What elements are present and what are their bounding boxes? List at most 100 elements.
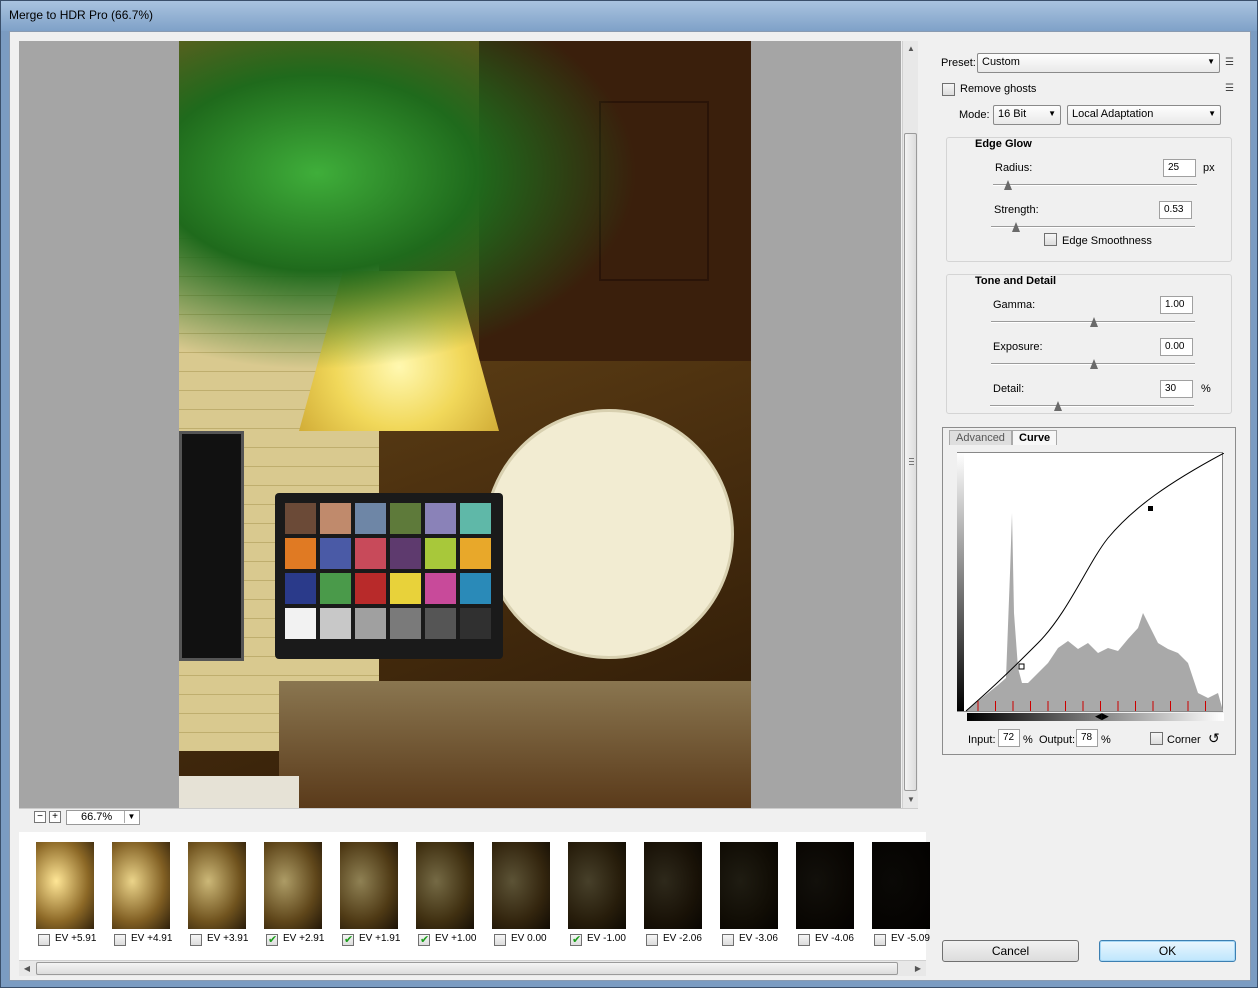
radius-input[interactable]: 25 — [1163, 159, 1196, 177]
exposure-include-checkbox[interactable] — [646, 934, 658, 946]
exposure-include-checkbox[interactable] — [342, 933, 354, 946]
detail-input[interactable]: 30 — [1160, 380, 1193, 398]
detail-value: 30 — [1165, 383, 1177, 394]
corner-label: Corner — [1167, 734, 1201, 746]
exposure-thumbnail[interactable] — [416, 842, 474, 929]
exposure-thumbnail[interactable] — [264, 842, 322, 929]
exposure-include-checkbox[interactable] — [418, 933, 430, 946]
curve-output-field[interactable]: 78 — [1076, 729, 1098, 747]
strength-label: Strength: — [994, 204, 1039, 216]
exposure-include-checkbox[interactable] — [38, 934, 50, 946]
color-patch — [425, 608, 456, 639]
exposure-thumbnail[interactable] — [644, 842, 702, 929]
exposure-thumbnail[interactable] — [720, 842, 778, 929]
radius-unit: px — [1203, 162, 1215, 174]
zoom-out-button[interactable]: − — [34, 811, 46, 823]
color-patch — [425, 538, 456, 569]
histogram-curve-graph — [965, 453, 1224, 712]
reset-curve-icon[interactable]: ↺ — [1208, 730, 1220, 747]
zoom-bar: − + 66.7% ▼ — [19, 808, 918, 825]
exposure-label: EV +5.91 — [55, 933, 97, 944]
black-white-point-handle[interactable]: ◀▶ — [1095, 711, 1109, 722]
method-select[interactable]: Local Adaptation ▼ — [1067, 105, 1221, 125]
chevron-down-icon[interactable]: ▼ — [124, 811, 138, 823]
radius-slider[interactable] — [993, 184, 1197, 186]
exposure-include-checkbox[interactable] — [722, 934, 734, 946]
title-bar[interactable]: Merge to HDR Pro (66.7%) — [1, 1, 1257, 31]
horizontal-scroll-thumb[interactable] — [36, 962, 898, 975]
exposure-thumbnail-image — [568, 842, 626, 929]
exposure-label: EV +2.91 — [283, 933, 325, 944]
curve-output-value: 78 — [1081, 732, 1093, 743]
preset-select[interactable]: Custom ▼ — [977, 53, 1220, 73]
gamma-input[interactable]: 1.00 — [1160, 296, 1193, 314]
exposure-thumbnail[interactable] — [492, 842, 550, 929]
exposure-value: 0.00 — [1165, 341, 1185, 352]
exposure-thumbnail[interactable] — [872, 842, 930, 929]
dialog-client-area: ▲ ▼ − + 66.7% ▼ EV +5.91 EV +4.91 EV +3.91… — [9, 31, 1251, 981]
exposure-thumbnail-image — [416, 842, 474, 929]
preset-menu-icon[interactable]: ☰ — [1225, 58, 1239, 68]
method-value: Local Adaptation — [1072, 108, 1154, 120]
exposure-thumbnail[interactable] — [796, 842, 854, 929]
detail-slider[interactable] — [990, 405, 1194, 407]
exposure-label: EV +3.91 — [207, 933, 249, 944]
exposure-label: EV +4.91 — [131, 933, 173, 944]
radius-slider-thumb[interactable] — [1004, 180, 1013, 190]
exposure-include-checkbox[interactable] — [570, 933, 582, 946]
vertical-scroll-thumb[interactable] — [904, 133, 917, 791]
scroll-right-icon[interactable]: ▶ — [910, 961, 926, 977]
ok-button[interactable]: OK — [1099, 940, 1236, 962]
exposure-thumbnail[interactable] — [340, 842, 398, 929]
options-menu-icon[interactable]: ☰ — [1225, 84, 1239, 94]
scroll-up-icon[interactable]: ▲ — [903, 41, 919, 57]
tab-advanced[interactable]: Advanced — [949, 430, 1012, 445]
exposure-include-checkbox[interactable] — [266, 933, 278, 946]
exposure-include-checkbox[interactable] — [190, 934, 202, 946]
detail-slider-thumb[interactable] — [1054, 401, 1063, 411]
curve-input-field[interactable]: 72 — [998, 729, 1020, 747]
exposure-input[interactable]: 0.00 — [1160, 338, 1193, 356]
gamma-slider-thumb[interactable] — [1090, 317, 1098, 327]
preview-vertical-scrollbar[interactable]: ▲ ▼ — [902, 41, 918, 808]
scroll-left-icon[interactable]: ◀ — [19, 961, 35, 977]
curve-output-unit: % — [1101, 734, 1111, 746]
preset-value: Custom — [982, 56, 1020, 68]
exposure-include-checkbox[interactable] — [874, 934, 886, 946]
tab-curve[interactable]: Curve — [1012, 430, 1058, 445]
bit-depth-select[interactable]: 16 Bit ▼ — [993, 105, 1061, 125]
exposure-label: EV 0.00 — [511, 933, 547, 944]
exposure-slider-thumb[interactable] — [1090, 359, 1098, 369]
preview-canvas[interactable] — [19, 41, 901, 808]
remove-ghosts-checkbox[interactable] — [942, 83, 955, 96]
color-patch — [425, 503, 456, 534]
corner-checkbox[interactable] — [1150, 732, 1163, 745]
grip-icon — [909, 458, 914, 465]
exposure-include-checkbox[interactable] — [494, 934, 506, 946]
exposure-thumbnail[interactable] — [112, 842, 170, 929]
exposure-thumbnail[interactable] — [188, 842, 246, 929]
strength-slider-thumb[interactable] — [1012, 222, 1021, 232]
color-patch — [355, 503, 386, 534]
exposure-label: Exposure: — [993, 341, 1043, 353]
exposure-thumbnail-image — [720, 842, 778, 929]
bit-depth-value: 16 Bit — [998, 108, 1027, 120]
filmstrip-horizontal-scrollbar[interactable]: ◀ ▶ — [19, 960, 926, 976]
exposure-thumbnail-image — [872, 842, 930, 929]
color-patch — [390, 538, 421, 569]
strength-input[interactable]: 0.53 — [1159, 201, 1192, 219]
curve-editor[interactable] — [957, 452, 1224, 712]
edge-glow-title: Edge Glow — [975, 138, 1032, 150]
exposure-thumbnail[interactable] — [36, 842, 94, 929]
histogram — [966, 513, 1223, 711]
zoom-level-value: 66.7% — [81, 811, 113, 823]
exposure-include-checkbox[interactable] — [114, 934, 126, 946]
zoom-in-button[interactable]: + — [49, 811, 61, 823]
scroll-down-icon[interactable]: ▼ — [903, 792, 919, 808]
cancel-button[interactable]: Cancel — [942, 940, 1079, 962]
strength-slider[interactable] — [991, 226, 1195, 228]
chevron-down-icon: ▼ — [1048, 109, 1056, 118]
exposure-thumbnail[interactable] — [568, 842, 626, 929]
exposure-include-checkbox[interactable] — [798, 934, 810, 946]
edge-smoothness-checkbox[interactable] — [1044, 233, 1057, 246]
